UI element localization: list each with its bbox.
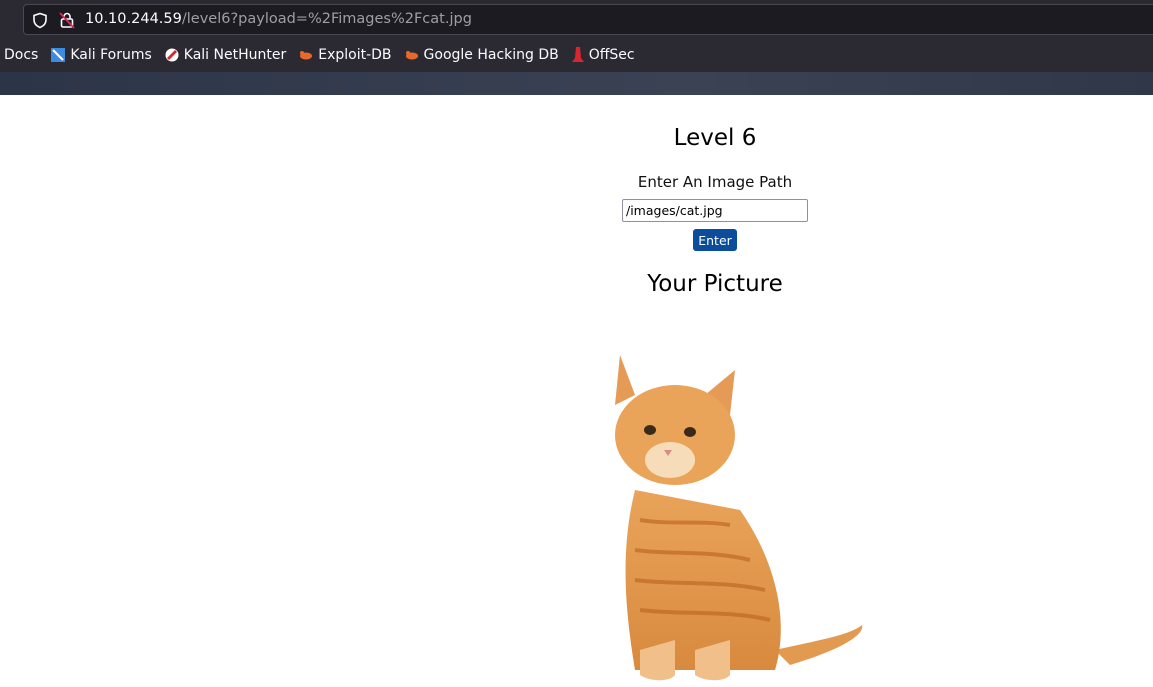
shield-icon[interactable] <box>32 12 48 29</box>
bookmark-exploit-db[interactable]: Exploit-DB <box>298 47 392 63</box>
bookmark-label: Kali Forums <box>70 47 152 63</box>
url-text[interactable]: 10.10.244.59/level6?payload=%2Fimages%2F… <box>85 11 472 27</box>
cat-image <box>615 355 863 681</box>
bookmark-offsec[interactable]: OffSec <box>571 46 635 64</box>
bookmark-label: Google Hacking DB <box>423 47 559 63</box>
browser-chrome: 10.10.244.59/level6?payload=%2Fimages%2F… <box>0 0 1153 95</box>
bookmark-label: Kali NetHunter <box>183 47 287 63</box>
bookmark-label: OffSec <box>588 47 635 63</box>
kali-forums-icon <box>51 48 66 62</box>
ghdb-icon <box>405 51 418 60</box>
image-path-input[interactable] <box>622 199 808 222</box>
bookmarks-toolbar: Docs Kali Forums Kali NetHunter Exploit-… <box>0 38 1153 73</box>
page-title: Level 6 <box>673 125 757 151</box>
bookmark-google-hacking-db[interactable]: Google Hacking DB <box>404 47 559 63</box>
toolbar-strip <box>0 72 1153 95</box>
offsec-icon <box>571 47 584 62</box>
url-host: 10.10.244.59 <box>85 11 182 27</box>
image-path-label: Enter An Image Path <box>637 173 793 191</box>
page-content: Level 6 Enter An Image Path Enter Your P… <box>0 95 1153 687</box>
bookmark-kali-forums[interactable]: Kali Forums <box>50 47 152 63</box>
bookmark-label: Exploit-DB <box>318 47 392 63</box>
bookmark-kali-nethunter[interactable]: Kali NetHunter <box>164 47 286 63</box>
exploit-db-icon <box>300 51 313 60</box>
nethunter-icon <box>165 48 179 62</box>
picture-heading: Your Picture <box>647 271 783 297</box>
url-path: /level6?payload=%2Fimages%2Fcat.jpg <box>181 11 472 27</box>
insecure-lock-icon[interactable] <box>59 11 75 29</box>
url-bar[interactable]: 10.10.244.59/level6?payload=%2Fimages%2F… <box>23 4 1153 35</box>
bookmark-docs[interactable]: Docs <box>4 47 38 63</box>
enter-button[interactable]: Enter <box>693 229 737 251</box>
bookmark-label: Docs <box>4 47 39 63</box>
